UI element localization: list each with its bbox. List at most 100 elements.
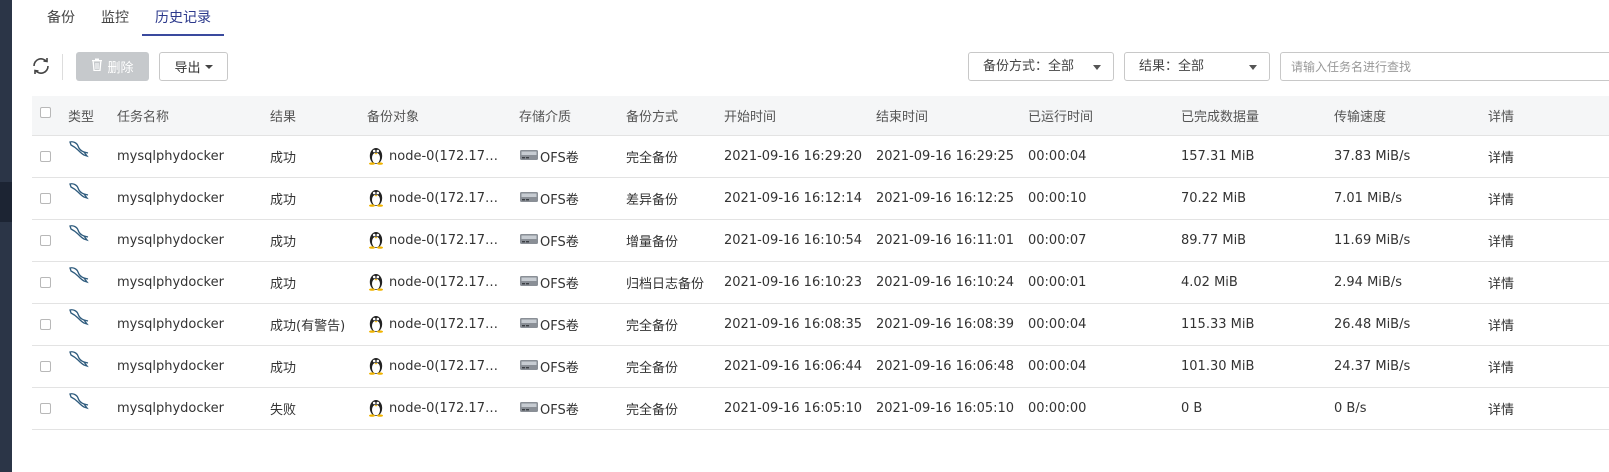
start-time: 2021-09-16 16:10:54 (724, 233, 863, 248)
table-body: mysqlphydocker 成功 node-0(172.17.0.2) (32, 136, 1609, 430)
task-name: mysqlphydocker (117, 359, 224, 374)
detail-link[interactable]: 详情 (1488, 262, 1548, 303)
start-time: 2021-09-16 16:29:20 (724, 149, 863, 164)
elapsed-time: 00:00:00 (1028, 401, 1087, 416)
mysql-dolphin-icon (68, 266, 90, 290)
data-done: 0 B (1181, 401, 1203, 416)
header-start-time: 开始时间 (724, 110, 777, 125)
backup-mode-filter[interactable]: 备份方式：全部 (968, 52, 1114, 81)
refresh-icon[interactable] (30, 55, 52, 77)
backup-mode: 增量备份 (626, 235, 679, 250)
type-cell (68, 346, 112, 387)
storage-drive-icon (519, 274, 539, 292)
data-done: 101.30 MiB (1181, 359, 1255, 374)
chevron-down-icon (1249, 65, 1257, 70)
table-row: mysqlphydocker 成功 node-0(172.17.0.2) (32, 178, 1609, 220)
start-time: 2021-09-16 16:08:35 (724, 317, 863, 332)
storage-drive-icon (519, 148, 539, 166)
media-cell: OFS卷 (519, 136, 619, 177)
tab-backup[interactable]: 备份 (34, 0, 88, 36)
transfer-speed: 11.69 MiB/s (1334, 233, 1411, 248)
media-cell: OFS卷 (519, 178, 619, 219)
transfer-speed: 26.48 MiB/s (1334, 317, 1411, 332)
media-text: OFS卷 (540, 193, 579, 208)
data-done: 157.31 MiB (1181, 149, 1255, 164)
start-time: 2021-09-16 16:12:14 (724, 191, 863, 206)
transfer-speed: 0 B/s (1334, 401, 1367, 416)
media-cell: OFS卷 (519, 346, 619, 387)
detail-link[interactable]: 详情 (1488, 178, 1548, 219)
result-text: 成功(有警告) (270, 319, 346, 334)
type-cell (68, 136, 112, 177)
sidebar-active-marker (0, 182, 12, 222)
media-text: OFS卷 (540, 319, 579, 334)
result-text: 成功 (270, 277, 297, 292)
object-text: node-0(172.17.0.2) (389, 233, 501, 248)
linux-penguin-icon (367, 229, 385, 253)
transfer-speed: 37.83 MiB/s (1334, 149, 1411, 164)
data-done: 115.33 MiB (1181, 317, 1255, 332)
storage-drive-icon (519, 358, 539, 376)
row-checkbox[interactable] (40, 277, 51, 288)
row-checkbox[interactable] (40, 403, 51, 414)
table-header: 类型 任务名称 结果 备份对象 存储介质 备份方式 开始时间 结束时间 已运行时… (32, 96, 1609, 136)
row-checkbox[interactable] (40, 235, 51, 246)
row-checkbox[interactable] (40, 319, 51, 330)
linux-penguin-icon (367, 187, 385, 211)
object-text: node-0(172.17.0.2) (389, 275, 501, 290)
task-name: mysqlphydocker (117, 401, 224, 416)
object-cell: node-0(172.17.0.2) (367, 178, 517, 219)
select-all-checkbox[interactable] (40, 107, 51, 118)
end-time: 2021-09-16 16:08:39 (876, 317, 1015, 332)
row-checkbox[interactable] (40, 193, 51, 204)
media-text: OFS卷 (540, 361, 579, 376)
header-speed: 传输速度 (1334, 110, 1387, 125)
tab-history[interactable]: 历史记录 (142, 0, 224, 36)
row-checkbox[interactable] (40, 361, 51, 372)
mysql-dolphin-icon (68, 392, 90, 416)
app-sidebar-edge (0, 0, 12, 472)
row-checkbox[interactable] (40, 151, 51, 162)
result-filter[interactable]: 结果：全部 (1124, 52, 1270, 81)
detail-link[interactable]: 详情 (1488, 220, 1548, 261)
start-time: 2021-09-16 16:06:44 (724, 359, 863, 374)
row-select-cell (40, 136, 54, 177)
result-text: 成功 (270, 361, 297, 376)
detail-link[interactable]: 详情 (1488, 388, 1548, 429)
result-text: 失败 (270, 403, 297, 418)
table-row: mysqlphydocker 成功 node-0(172.17.0.2) (32, 262, 1609, 304)
media-text: OFS卷 (540, 403, 579, 418)
backup-mode: 完全备份 (626, 361, 679, 376)
header-end-time: 结束时间 (876, 110, 929, 125)
row-select-cell (40, 220, 54, 261)
detail-link[interactable]: 详情 (1488, 304, 1548, 345)
header-elapsed: 已运行时间 (1028, 110, 1094, 125)
media-cell: OFS卷 (519, 262, 619, 303)
main-panel: 备份 监控 历史记录 删除 导出 备份方式：全部 结果：全部 请输入任务名进行查… (12, 0, 1609, 472)
linux-penguin-icon (367, 397, 385, 421)
delete-button[interactable]: 删除 (76, 52, 149, 81)
storage-drive-icon (519, 232, 539, 250)
delete-label: 删除 (107, 61, 134, 76)
header-media: 存储介质 (519, 110, 572, 125)
export-button[interactable]: 导出 (159, 52, 228, 81)
end-time: 2021-09-16 16:29:25 (876, 149, 1015, 164)
type-cell (68, 178, 112, 219)
row-select-cell (40, 346, 54, 387)
data-done: 70.22 MiB (1181, 191, 1247, 206)
history-table: 类型 任务名称 结果 备份对象 存储介质 备份方式 开始时间 结束时间 已运行时… (32, 96, 1609, 430)
result-text: 成功 (270, 151, 297, 166)
linux-penguin-icon (367, 271, 385, 295)
detail-link[interactable]: 详情 (1488, 136, 1548, 177)
header-detail: 详情 (1488, 110, 1515, 125)
toolbar-divider (62, 54, 63, 80)
end-time: 2021-09-16 16:11:01 (876, 233, 1015, 248)
tab-monitor[interactable]: 监控 (88, 0, 142, 36)
search-input[interactable] (1280, 52, 1609, 81)
elapsed-time: 00:00:04 (1028, 317, 1087, 332)
detail-link[interactable]: 详情 (1488, 346, 1548, 387)
table-row: mysqlphydocker 成功(有警告) node-0(172.17.0.2… (32, 304, 1609, 346)
end-time: 2021-09-16 16:06:48 (876, 359, 1015, 374)
row-select-cell (40, 262, 54, 303)
storage-drive-icon (519, 400, 539, 418)
